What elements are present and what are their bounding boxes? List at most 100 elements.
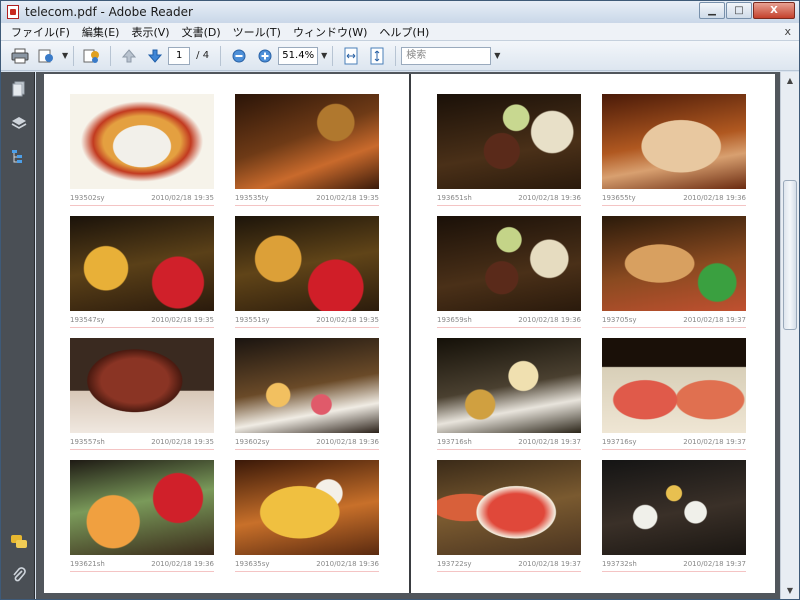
photo-id: 193651sh xyxy=(437,194,472,202)
photo-caption: 193655ty 2010/02/18 19:36 xyxy=(602,194,746,202)
minimize-button[interactable]: ▁ xyxy=(699,2,725,19)
zoom-out-icon[interactable] xyxy=(229,46,249,66)
previous-page-icon[interactable] xyxy=(119,46,139,66)
caption-underline xyxy=(235,327,379,328)
search-input[interactable]: 検索 xyxy=(401,46,492,65)
window-title: telecom.pdf - Adobe Reader xyxy=(25,5,193,19)
photo-id: 193502sy xyxy=(70,194,105,202)
photo-thumbnail: 193716sh 2010/02/18 19:37 xyxy=(437,338,581,450)
photo-caption: 193547sy 2010/02/18 19:35 xyxy=(70,316,214,324)
zoom-level-input[interactable]: 51.4% xyxy=(278,46,319,65)
toolbar-separator xyxy=(395,45,397,66)
pages-panel-icon[interactable] xyxy=(10,80,28,98)
menu-tools[interactable]: ツール(T) xyxy=(227,24,287,40)
toolbar-separator xyxy=(110,45,112,66)
photo-thumbnail: 193705sy 2010/02/18 19:37 xyxy=(602,216,746,328)
caption-underline xyxy=(235,205,379,206)
photo-thumbnail: 193716sy 2010/02/18 19:37 xyxy=(602,338,746,450)
photo-date: 2010/02/18 19:36 xyxy=(683,194,746,202)
fit-page-icon[interactable] xyxy=(367,46,387,66)
food-photo xyxy=(437,460,581,555)
menu-edit[interactable]: 編集(E) xyxy=(76,24,126,40)
search-dropdown-icon[interactable]: ▼ xyxy=(494,51,500,60)
photo-caption: 193722sy 2010/02/18 19:37 xyxy=(437,560,581,568)
photo-id: 193705sy xyxy=(602,316,637,324)
photo-thumbnail: 193621sh 2010/02/18 19:36 xyxy=(70,460,214,572)
close-button[interactable]: X xyxy=(753,2,795,19)
layers-panel-icon[interactable] xyxy=(10,114,28,132)
photo-date: 2010/02/18 19:35 xyxy=(151,316,214,324)
photo-date: 2010/02/18 19:37 xyxy=(683,438,746,446)
food-photo xyxy=(70,338,214,433)
photo-date: 2010/02/18 19:37 xyxy=(683,316,746,324)
photo-thumbnail: 193635sy 2010/02/18 19:36 xyxy=(235,460,379,572)
next-page-icon[interactable] xyxy=(145,46,165,66)
comments-panel-icon[interactable] xyxy=(10,533,28,551)
photo-caption: 193602sy 2010/02/18 19:36 xyxy=(235,438,379,446)
photo-id: 193722sy xyxy=(437,560,472,568)
menu-document[interactable]: 文書(D) xyxy=(176,24,227,40)
maximize-button[interactable]: □ xyxy=(726,2,752,19)
toolbar-separator xyxy=(73,45,75,66)
page-number-input[interactable]: 1 xyxy=(168,46,191,65)
photo-id: 193655ty xyxy=(602,194,636,202)
food-photo xyxy=(602,94,746,189)
vertical-scrollbar[interactable]: ▲ ▼ xyxy=(780,72,799,599)
bookmarks-panel-icon[interactable] xyxy=(10,148,28,166)
photo-date: 2010/02/18 19:35 xyxy=(151,438,214,446)
navigation-pane xyxy=(1,72,35,599)
scroll-up-icon[interactable]: ▲ xyxy=(781,72,799,89)
document-view[interactable]: 193502sy 2010/02/18 19:35 193535ty 2010/02/… xyxy=(36,72,780,599)
zoom-in-icon[interactable] xyxy=(255,46,275,66)
food-photo xyxy=(602,338,746,433)
photo-caption: 193732sh 2010/02/18 19:37 xyxy=(602,560,746,568)
photo-id: 193659sh xyxy=(437,316,472,324)
photo-id: 193602sy xyxy=(235,438,270,446)
attachments-panel-icon[interactable] xyxy=(10,566,28,584)
photo-caption: 193716sy 2010/02/18 19:37 xyxy=(602,438,746,446)
photo-thumbnail: 193557sh 2010/02/18 19:35 xyxy=(70,338,214,450)
print-icon[interactable] xyxy=(10,46,30,66)
photo-thumbnail: 193722sy 2010/02/18 19:37 xyxy=(437,460,581,572)
app-window: telecom.pdf - Adobe Reader ▁ □ X ファイル(F)… xyxy=(0,0,800,600)
menu-help[interactable]: ヘルプ(H) xyxy=(373,24,435,40)
share-icon[interactable] xyxy=(36,46,56,66)
collaborate-icon[interactable] xyxy=(82,46,102,66)
food-photo xyxy=(235,338,379,433)
photo-date: 2010/02/18 19:35 xyxy=(316,316,379,324)
pdf-page-left: 193502sy 2010/02/18 19:35 193535ty 2010/02/… xyxy=(44,74,409,593)
menu-window[interactable]: ウィンドウ(W) xyxy=(287,24,373,40)
caption-underline xyxy=(602,205,746,206)
photo-caption: 193651sh 2010/02/18 19:36 xyxy=(437,194,581,202)
share-dropdown-icon[interactable]: ▼ xyxy=(62,51,68,60)
fit-width-icon[interactable] xyxy=(341,46,361,66)
photo-date: 2010/02/18 19:36 xyxy=(518,194,581,202)
menu-file[interactable]: ファイル(F) xyxy=(5,24,76,40)
photo-thumbnail: 193602sy 2010/02/18 19:36 xyxy=(235,338,379,450)
photo-id: 193621sh xyxy=(70,560,105,568)
photo-thumbnail: 193651sh 2010/02/18 19:36 xyxy=(437,94,581,206)
toolbar: ▼ 1 / 4 51.4% ▼ 検索 ▼ xyxy=(1,41,799,71)
food-photo xyxy=(437,338,581,433)
menu-bar: ファイル(F) 編集(E) 表示(V) 文書(D) ツール(T) ウィンドウ(W… xyxy=(1,23,799,41)
photo-id: 193732sh xyxy=(602,560,637,568)
caption-underline xyxy=(602,571,746,572)
zoom-dropdown-icon[interactable]: ▼ xyxy=(321,51,327,60)
photo-thumbnail: 193551sy 2010/02/18 19:35 xyxy=(235,216,379,328)
pdf-page-right: 193651sh 2010/02/18 19:36 193655ty 2010/02/… xyxy=(411,74,775,593)
scrollbar-thumb[interactable] xyxy=(783,180,797,330)
photo-id: 193716sh xyxy=(437,438,472,446)
menu-view[interactable]: 表示(V) xyxy=(125,24,175,40)
photo-date: 2010/02/18 19:36 xyxy=(518,316,581,324)
photo-thumbnail: 193547sy 2010/02/18 19:35 xyxy=(70,216,214,328)
photo-date: 2010/02/18 19:35 xyxy=(316,194,379,202)
scroll-down-icon[interactable]: ▼ xyxy=(781,582,799,599)
photo-id: 193535ty xyxy=(235,194,269,202)
photo-caption: 193535ty 2010/02/18 19:35 xyxy=(235,194,379,202)
photo-id: 193551sy xyxy=(235,316,270,324)
document-close-button[interactable]: x xyxy=(784,25,791,38)
photo-date: 2010/02/18 19:36 xyxy=(316,560,379,568)
page-total: / 4 xyxy=(196,50,210,61)
food-photo xyxy=(70,216,214,311)
photo-date: 2010/02/18 19:37 xyxy=(683,560,746,568)
